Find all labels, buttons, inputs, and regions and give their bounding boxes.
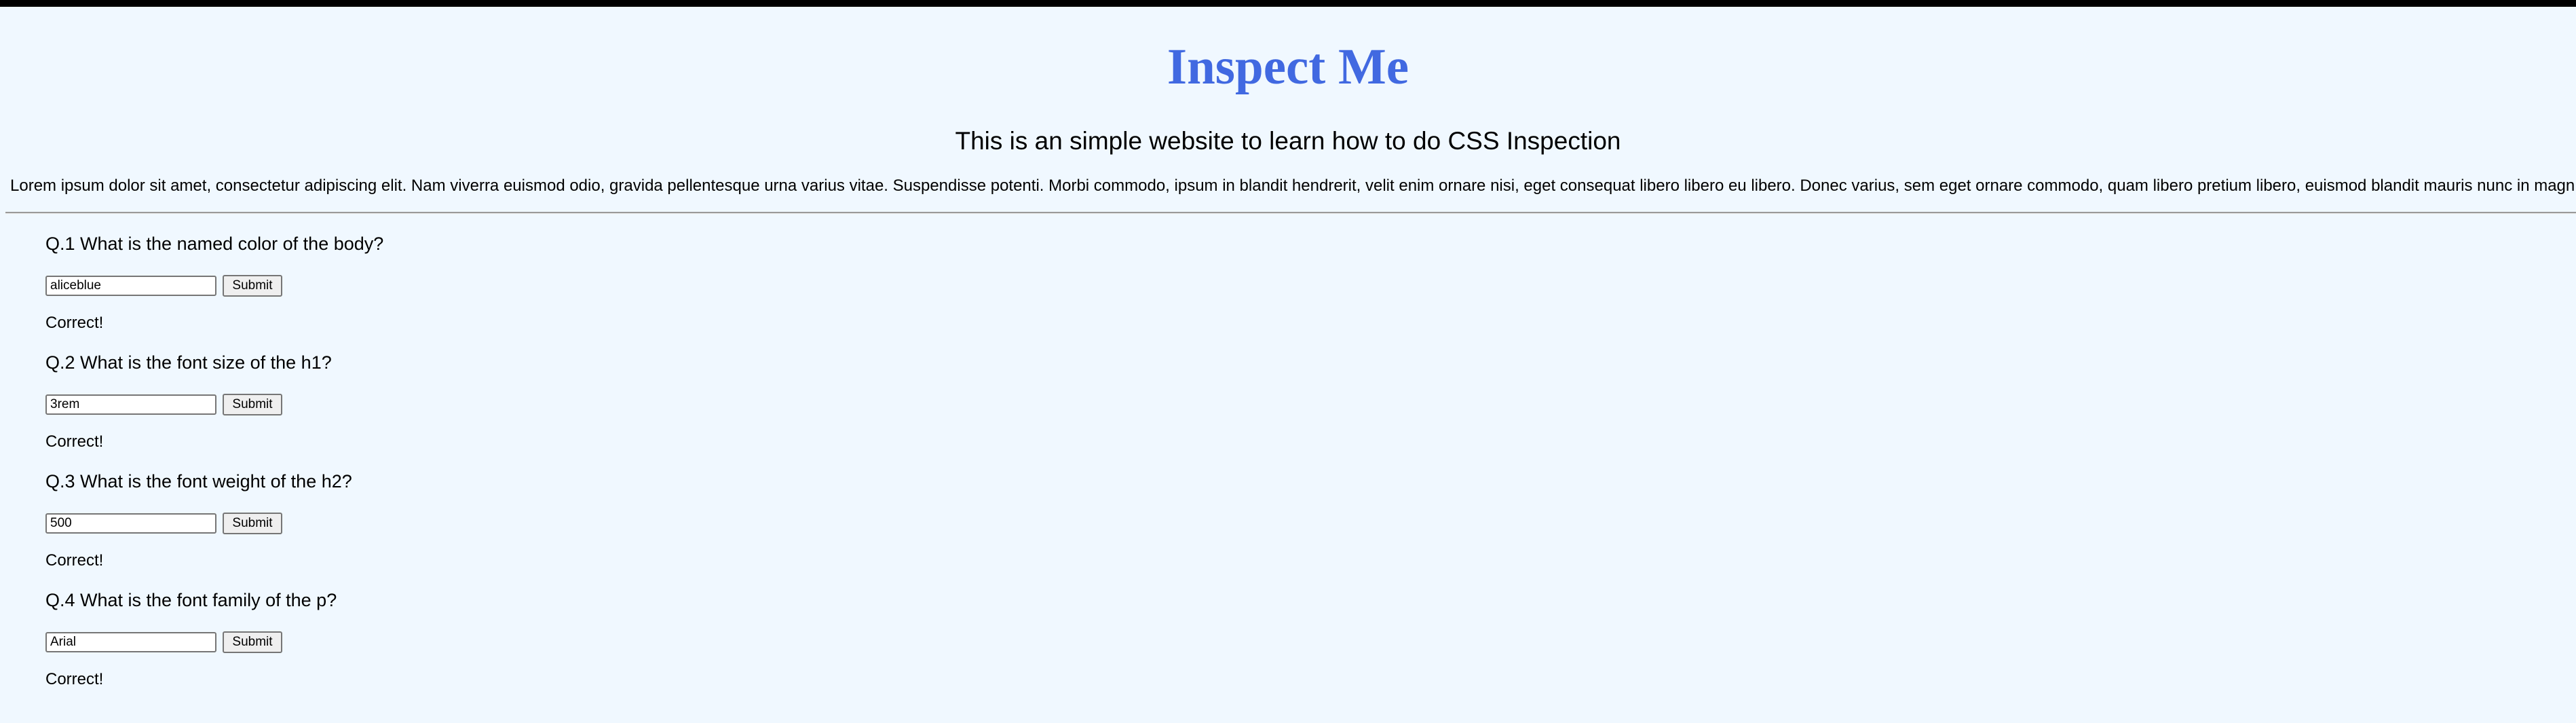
question-3-answer-input[interactable] [45, 513, 216, 534]
question-2-label: Q.2 What is the font size of the h1? [45, 352, 332, 373]
question-3-result: Correct! [45, 551, 104, 570]
question-1-submit-button[interactable]: Submit [223, 275, 282, 297]
intro-paragraph: Lorem ipsum dolor sit amet, consectetur … [10, 177, 2575, 195]
question-1-result: Correct! [45, 314, 104, 332]
question-3-submit-button[interactable]: Submit [223, 513, 282, 534]
question-1-label: Q.1 What is the named color of the body? [45, 234, 384, 254]
question-4-result: Correct! [45, 670, 104, 688]
page-subtitle: This is an simple website to learn how t… [955, 127, 1621, 155]
question-3-label: Q.3 What is the font weight of the h2? [45, 471, 352, 492]
question-2-answer-input[interactable] [45, 394, 216, 415]
question-4-submit-button[interactable]: Submit [223, 631, 282, 653]
question-2-submit-button[interactable]: Submit [223, 394, 282, 415]
page-title: Inspect Me [1167, 39, 1409, 95]
question-1-answer-input[interactable] [45, 276, 216, 296]
question-4-label: Q.4 What is the font family of the p? [45, 590, 337, 610]
question-4-answer-input[interactable] [45, 632, 216, 652]
horizontal-divider [5, 212, 2576, 214]
question-2-result: Correct! [45, 432, 104, 451]
browser-top-bar [0, 0, 2576, 7]
